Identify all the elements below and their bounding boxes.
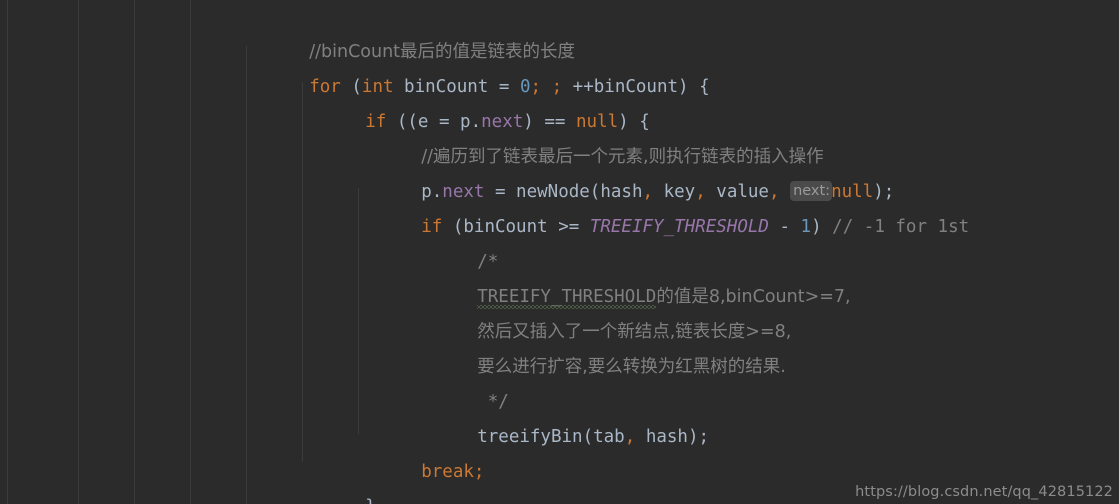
code-line-pnext-newnode[interactable]: p.next = newNode(hash, key, value, next:…: [0, 140, 1119, 202]
csdn-watermark: https://blog.csdn.net/qq_42815122: [855, 484, 1113, 500]
code-line-block-comment-2[interactable]: 然后又插入了一个新结点,链表长度>=8,: [0, 280, 1119, 342]
code-line-if-treeify-threshold[interactable]: if (binCount >= TREEIFY_THRESHOLD - 1) /…: [0, 175, 1119, 237]
code-line-block-comment-1[interactable]: TREEIFY_THRESHOLD的值是8,binCount>=7,: [0, 245, 1119, 307]
code-line-break[interactable]: break;: [0, 420, 1119, 482]
code-line-treeifybin-call[interactable]: treeifyBin(tab, hash);: [0, 385, 1119, 447]
code-line-if-null[interactable]: if ((e = p.next) == null) {: [0, 70, 1119, 132]
code-line-for-loop[interactable]: for (int binCount = 0; ; ++binCount) {: [0, 35, 1119, 97]
closing-brace: }: [365, 497, 376, 504]
code-line-block-comment-close[interactable]: */: [0, 350, 1119, 412]
code-line-block-comment-3[interactable]: 要么进行扩容,要么转换为红黑树的结果.: [0, 315, 1119, 377]
code-lines-container[interactable]: } //binCount最后的值是链表的长度 for (int binCount…: [0, 0, 1119, 504]
code-line-comment-bincount[interactable]: //binCount最后的值是链表的长度: [0, 0, 1119, 62]
code-editor-view[interactable]: } //binCount最后的值是链表的长度 for (int binCount…: [0, 0, 1119, 504]
code-line-comment-traverse[interactable]: //遍历到了链表最后一个元素,则执行链表的插入操作: [0, 105, 1119, 167]
code-line-block-comment-open[interactable]: /*: [0, 210, 1119, 272]
